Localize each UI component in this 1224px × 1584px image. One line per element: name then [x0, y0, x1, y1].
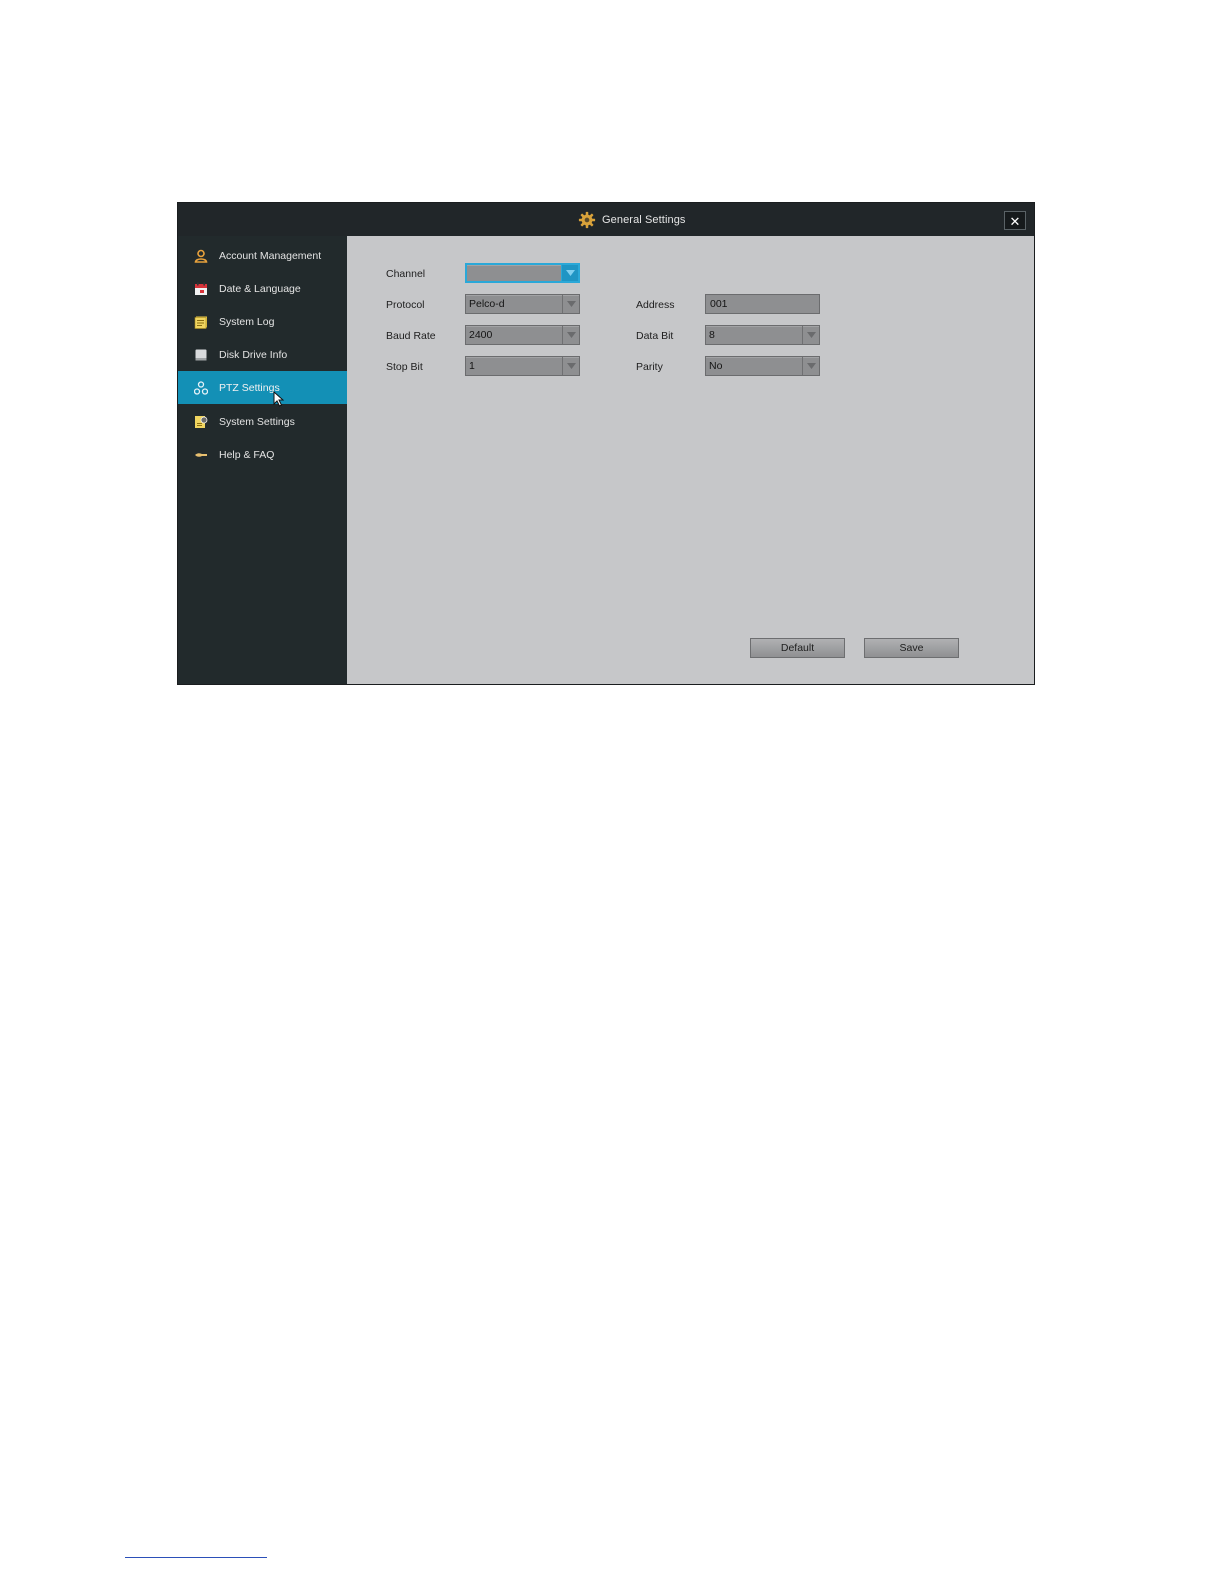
sidebar-item-label: Help & FAQ — [219, 448, 275, 461]
protocol-label: Protocol — [386, 299, 425, 311]
system-settings-icon — [195, 415, 208, 428]
sidebar-item-label: System Settings — [219, 415, 295, 428]
save-button[interactable]: Save — [864, 638, 959, 658]
data-bit-value: 8 — [709, 329, 715, 341]
close-button[interactable]: ✕ — [1004, 211, 1026, 230]
baud-rate-select[interactable]: 2400 — [465, 325, 580, 345]
stop-bit-select[interactable]: 1 — [465, 356, 580, 376]
close-icon: ✕ — [1009, 214, 1021, 229]
sidebar-item-account-management[interactable]: Account Management — [178, 239, 347, 272]
chevron-down-icon — [561, 265, 578, 281]
sidebar-item-label: Disk Drive Info — [219, 348, 288, 361]
address-field[interactable]: 001 — [705, 294, 820, 314]
parity-value: No — [709, 360, 723, 372]
log-icon — [194, 316, 207, 329]
sidebar-item-label: Account Management — [219, 249, 322, 262]
stop-bit-label: Stop Bit — [386, 361, 423, 373]
sidebar-item-ptz-settings[interactable]: PTZ Settings — [178, 371, 347, 404]
stop-bit-value: 1 — [469, 360, 475, 372]
address-label: Address — [636, 299, 675, 311]
channel-select[interactable] — [465, 263, 580, 283]
parity-label: Parity — [636, 361, 663, 373]
calendar-icon — [195, 282, 207, 295]
chevron-down-icon — [562, 357, 579, 375]
sidebar-item-date-language[interactable]: Date & Language — [178, 272, 347, 305]
ptz-icon — [194, 380, 208, 395]
footnote-divider — [125, 1557, 267, 1558]
protocol-value: Pelco-d — [469, 298, 505, 310]
window-title: General Settings — [602, 214, 686, 226]
data-bit-select[interactable]: 8 — [705, 325, 820, 345]
chevron-down-icon — [562, 295, 579, 313]
address-value: 001 — [710, 298, 728, 310]
sidebar-item-label: System Log — [219, 315, 275, 328]
baud-rate-value: 2400 — [469, 329, 493, 341]
general-settings-window: General Settings ✕ Account Management Da… — [178, 203, 1034, 684]
sidebar-item-help-faq[interactable]: Help & FAQ — [178, 438, 347, 471]
help-icon — [195, 452, 207, 457]
title-bar: General Settings ✕ — [178, 203, 1034, 237]
sidebar-item-disk-drive-info[interactable]: Disk Drive Info — [178, 338, 347, 371]
sidebar: Account Management Date & Language Syste… — [178, 236, 347, 684]
title-group: General Settings — [578, 210, 686, 230]
chevron-down-icon — [562, 326, 579, 344]
parity-select[interactable]: No — [705, 356, 820, 376]
sidebar-item-system-log[interactable]: System Log — [178, 305, 347, 338]
data-bit-label: Data Bit — [636, 330, 674, 342]
chevron-down-icon — [802, 357, 819, 375]
gear-icon — [578, 211, 596, 229]
disk-icon — [195, 349, 207, 360]
protocol-select[interactable]: Pelco-d — [465, 294, 580, 314]
sidebar-item-label: PTZ Settings — [219, 381, 280, 394]
channel-label: Channel — [386, 268, 426, 280]
baud-rate-label: Baud Rate — [386, 330, 436, 342]
default-button[interactable]: Default — [750, 638, 845, 658]
ptz-settings-panel: Channel Protocol Pelco-d Baud Rate 2400 … — [347, 236, 1034, 684]
user-icon — [194, 249, 208, 263]
sidebar-item-label: Date & Language — [219, 282, 301, 295]
mouse-cursor-icon — [273, 391, 284, 407]
chevron-down-icon — [802, 326, 819, 344]
sidebar-item-system-settings[interactable]: System Settings — [178, 405, 347, 438]
